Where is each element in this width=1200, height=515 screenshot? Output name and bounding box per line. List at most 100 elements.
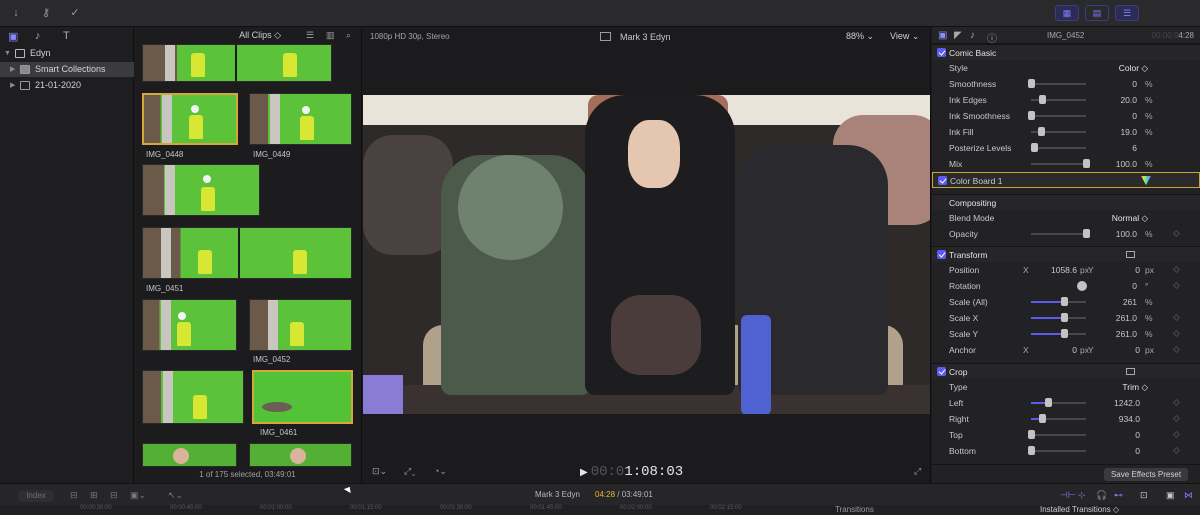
comic-basic-checkbox[interactable] — [937, 48, 946, 57]
opacity-slider-knob[interactable] — [1083, 229, 1090, 238]
keyframe-icon[interactable] — [1172, 329, 1181, 338]
anchor-x-value[interactable]: 0 — [1032, 345, 1077, 355]
rotation-value[interactable]: 0 — [1092, 281, 1137, 291]
titles-generators-icon[interactable]: T — [63, 30, 70, 42]
overwrite-clip-icon[interactable]: ▣⌄ — [130, 490, 146, 501]
filmstrip-icon[interactable]: ▥ — [326, 30, 335, 41]
keyframe-icon[interactable] — [1172, 281, 1181, 290]
grid-view-icon[interactable]: ▦ — [1055, 5, 1079, 21]
view-dropdown[interactable]: View ⌄ — [890, 31, 919, 42]
scale-all-value[interactable]: 261 — [1092, 297, 1137, 307]
keyframe-icon[interactable] — [1172, 265, 1181, 274]
library-item-event[interactable]: ▶ 21-01-2020 — [0, 78, 134, 93]
transform-checkbox[interactable] — [937, 250, 946, 259]
keyframe-icon[interactable] — [1172, 446, 1181, 455]
clip-thumbnail[interactable] — [249, 93, 352, 145]
speed-icon[interactable]: ◔⌄ — [434, 466, 447, 477]
color-board-checkbox[interactable] — [938, 176, 947, 185]
clip-thumbnail[interactable] — [142, 443, 237, 467]
crop-type-dropdown[interactable]: Trim ◇ — [1122, 382, 1148, 393]
keyframe-icon[interactable] — [1172, 430, 1181, 439]
crop-bottom-slider-track[interactable] — [1031, 450, 1086, 452]
audio-skimming-icon[interactable]: 🎧 — [1096, 490, 1107, 501]
param-value[interactable]: 6 — [1092, 143, 1137, 153]
crop-bottom-value[interactable]: 0 — [1092, 446, 1140, 456]
crop-left-slider-knob[interactable] — [1044, 398, 1052, 407]
clip-thumbnail[interactable] — [249, 299, 352, 351]
param-slider-knob[interactable] — [1039, 95, 1046, 104]
style-dropdown[interactable]: Color ◇ — [1119, 63, 1148, 74]
audio-inspector-icon[interactable]: ♪ — [970, 30, 975, 41]
crop-top-slider-track[interactable] — [1031, 434, 1086, 436]
rotation-dial-icon[interactable] — [1077, 281, 1087, 291]
scale-y-slider-knob[interactable] — [1061, 329, 1068, 338]
crop-checkbox[interactable] — [937, 367, 946, 376]
color-board-row[interactable]: Color Board 1 — [932, 172, 1200, 188]
param-slider-track[interactable] — [1031, 163, 1086, 165]
param-slider-knob[interactable] — [1038, 127, 1046, 136]
anchor-y-value[interactable]: 0 — [1092, 345, 1140, 355]
opacity-value[interactable]: 100.0 — [1092, 229, 1137, 239]
param-slider-track[interactable] — [1031, 115, 1086, 117]
param-slider-knob[interactable] — [1028, 79, 1035, 88]
info-inspector-icon[interactable]: ⓘ — [987, 30, 997, 45]
clip-filter-dropdown[interactable]: All Clips ◇ — [239, 30, 281, 41]
transform-onscreen-icon[interactable] — [1126, 251, 1135, 258]
video-inspector-icon[interactable]: ▣ — [938, 30, 947, 41]
key-icon[interactable]: ⚷ — [38, 6, 54, 20]
keyframe-icon[interactable] — [1172, 345, 1181, 354]
snapping-icon[interactable]: ⊷ — [1114, 490, 1123, 501]
keyframe-icon[interactable] — [1172, 313, 1181, 322]
library-item-edyn[interactable]: ▼ Edyn — [0, 46, 134, 61]
crop-onscreen-icon[interactable] — [1126, 368, 1135, 375]
clip-thumbnail-selected[interactable] — [142, 93, 238, 145]
video-frame[interactable] — [363, 95, 930, 414]
index-button[interactable]: Index — [18, 490, 54, 502]
param-slider-knob[interactable] — [1028, 111, 1035, 120]
color-board-icon[interactable] — [1141, 176, 1151, 185]
compositing-header[interactable]: Compositing — [932, 194, 1200, 210]
connect-clip-icon[interactable]: ⊟ — [70, 490, 78, 501]
fullscreen-icon[interactable]: ⤢ — [914, 466, 921, 477]
color-inspector-icon[interactable]: ◤ — [954, 30, 962, 41]
keyframe-icon[interactable] — [1172, 398, 1181, 407]
scale-x-slider-knob[interactable] — [1061, 313, 1068, 322]
param-slider-knob[interactable] — [1083, 159, 1090, 168]
position-y-value[interactable]: 0 — [1092, 265, 1140, 275]
libraries-icon[interactable]: ▣ — [8, 30, 18, 43]
transform-header[interactable]: Transform — [932, 246, 1200, 262]
param-slider-track[interactable] — [1031, 147, 1086, 149]
effects-browser-icon[interactable]: ▣ — [1166, 490, 1175, 501]
crop-right-slider-knob[interactable] — [1039, 414, 1046, 423]
play-icon[interactable]: ▶ — [580, 467, 588, 478]
crop-top-value[interactable]: 0 — [1092, 430, 1140, 440]
param-value[interactable]: 19.0 — [1092, 127, 1137, 137]
keyframe-icon[interactable] — [1172, 229, 1181, 238]
select-tool-icon[interactable]: ↖⌄ — [168, 490, 183, 501]
installed-transitions-dropdown[interactable]: Installed Transitions ◇ — [1040, 505, 1119, 514]
param-slider-track[interactable] — [1031, 83, 1086, 85]
scale-all-slider-knob[interactable] — [1061, 297, 1068, 306]
keyframe-icon[interactable] — [1172, 414, 1181, 423]
crop-top-slider-knob[interactable] — [1028, 430, 1035, 439]
clip-appearance-icon[interactable]: ⊡ — [1140, 490, 1148, 501]
skimming-icon[interactable]: ⊹ — [1078, 490, 1086, 501]
library-item-smart-collections[interactable]: ▶ Smart Collections — [0, 62, 134, 77]
append-clip-icon[interactable]: ⊟ — [110, 490, 118, 501]
param-value[interactable]: 20.0 — [1092, 95, 1137, 105]
save-effects-preset-button[interactable]: Save Effects Preset — [1104, 468, 1188, 481]
checkmark-circle-icon[interactable]: ✓ — [67, 6, 83, 20]
disclosure-closed-icon[interactable]: ▶ — [10, 62, 15, 77]
crop-bottom-slider-knob[interactable] — [1028, 446, 1035, 455]
param-value[interactable]: 0 — [1092, 79, 1137, 89]
disclosure-open-icon[interactable]: ▼ — [4, 46, 11, 61]
clip-thumbnail-selected[interactable] — [252, 370, 353, 424]
photos-audio-icon[interactable]: ♪ — [35, 30, 41, 42]
scale-x-value[interactable]: 261.0 — [1092, 313, 1137, 323]
crop-header[interactable]: Crop — [932, 363, 1200, 379]
crop-right-value[interactable]: 934.0 — [1092, 414, 1140, 424]
param-value[interactable]: 100.0 — [1092, 159, 1137, 169]
download-icon[interactable]: ↓ — [8, 6, 24, 20]
blend-mode-dropdown[interactable]: Normal ◇ — [1112, 213, 1148, 224]
clip-thumbnail[interactable] — [142, 227, 352, 279]
